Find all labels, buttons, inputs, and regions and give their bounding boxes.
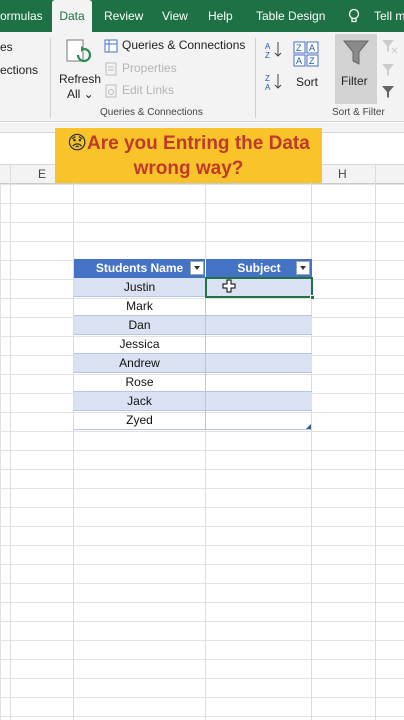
worried-emoji-icon: 😟 bbox=[67, 133, 88, 154]
ribbon-separator bbox=[50, 38, 51, 118]
tab-formulas[interactable]: ormulas bbox=[0, 0, 46, 32]
tab-help[interactable]: Help bbox=[208, 0, 233, 32]
student-name-cell[interactable]: Rose bbox=[74, 373, 205, 392]
svg-text:A: A bbox=[296, 56, 302, 66]
svg-text:A: A bbox=[265, 83, 271, 92]
sort-dialog-icon: Z A A Z bbox=[293, 41, 319, 67]
subject-cell[interactable] bbox=[205, 335, 312, 354]
column-divider bbox=[375, 165, 376, 720]
properties-icon bbox=[105, 62, 117, 76]
tab-label: Review bbox=[104, 9, 144, 23]
edit-links-label: Edit Links bbox=[122, 83, 175, 97]
filter-label: Filter bbox=[341, 74, 368, 88]
subject-cell[interactable] bbox=[205, 411, 312, 430]
properties-button[interactable]: Properties bbox=[104, 60, 254, 78]
sort-descending-button[interactable]: ZA bbox=[265, 72, 285, 92]
student-name-cell[interactable]: Jessica bbox=[74, 335, 205, 354]
tell-me-search[interactable]: Tell m bbox=[348, 0, 404, 32]
tab-label: Help bbox=[208, 9, 233, 23]
ribbon: es ections Refresh All ⌄ Queries & Conne… bbox=[0, 32, 404, 122]
column-header-e[interactable]: E bbox=[38, 167, 46, 181]
refresh-icon bbox=[66, 39, 92, 63]
tab-label: Data bbox=[59, 9, 85, 23]
ribbon-tab-bar: ormulas Data Review View Help Table Desi… bbox=[0, 0, 404, 32]
filter-dropdown-button[interactable] bbox=[296, 261, 310, 275]
table-row: Jessica bbox=[74, 335, 312, 354]
sort-label: Sort bbox=[296, 75, 319, 89]
column-divider bbox=[10, 165, 11, 720]
student-name-cell[interactable]: Dan bbox=[74, 316, 205, 335]
ribbon-separator bbox=[255, 38, 256, 118]
table-row: Jack bbox=[74, 392, 312, 411]
refresh-all-button[interactable]: Refresh All ⌄ bbox=[56, 36, 102, 102]
subject-cell[interactable] bbox=[205, 316, 312, 335]
svg-text:A: A bbox=[309, 43, 315, 53]
clear-filter-icon[interactable] bbox=[380, 38, 400, 54]
reapply-icon[interactable] bbox=[380, 62, 400, 78]
subject-cell[interactable] bbox=[205, 392, 312, 411]
svg-text:Z: Z bbox=[265, 51, 270, 60]
tab-view[interactable]: View bbox=[162, 0, 188, 32]
partial-label-2: ections bbox=[0, 63, 39, 77]
tab-label: Table Design bbox=[256, 9, 326, 23]
tab-label: ormulas bbox=[0, 9, 43, 23]
student-name-cell[interactable]: Mark bbox=[74, 297, 205, 316]
tab-data[interactable]: Data bbox=[52, 0, 92, 32]
fill-handle[interactable] bbox=[310, 295, 315, 300]
filter-icon bbox=[342, 40, 370, 65]
subject-cell[interactable] bbox=[205, 354, 312, 373]
group-label-sort-filter: Sort & Filter bbox=[332, 107, 385, 118]
sort-descending-icon: ZA bbox=[265, 74, 282, 92]
table-header-row: Students Name Subject bbox=[74, 259, 312, 278]
group-label-queries: Queries & Connections bbox=[100, 107, 203, 118]
edit-links-button[interactable]: Edit Links bbox=[104, 82, 254, 100]
subject-cell[interactable] bbox=[205, 297, 312, 316]
overlay-banner: 😟Are you Entring the Data wrong way? bbox=[55, 128, 322, 183]
column-divider bbox=[73, 165, 74, 720]
svg-text:A: A bbox=[265, 42, 271, 51]
refresh-label: Refresh bbox=[59, 72, 102, 86]
table-row: Mark bbox=[74, 297, 312, 316]
edit-links-icon bbox=[105, 84, 117, 98]
filter-button[interactable]: Filter bbox=[335, 34, 377, 104]
sort-ascending-icon: AZ bbox=[265, 42, 282, 60]
header-students-name[interactable]: Students Name bbox=[74, 259, 205, 278]
table-row: Zyed bbox=[74, 411, 312, 430]
svg-text:Z: Z bbox=[265, 74, 270, 83]
sort-ascending-button[interactable]: AZ bbox=[265, 40, 285, 60]
student-name-cell[interactable]: Zyed bbox=[74, 411, 205, 430]
subject-cell[interactable] bbox=[205, 373, 312, 392]
cell-cursor-icon bbox=[222, 279, 236, 293]
queries-connections-button[interactable]: Queries & Connections bbox=[104, 37, 254, 55]
advanced-filter-icon[interactable] bbox=[380, 84, 400, 100]
filter-extra-buttons bbox=[380, 38, 404, 98]
table-row: Dan bbox=[74, 316, 312, 335]
properties-label: Properties bbox=[122, 61, 177, 75]
table-resize-handle[interactable] bbox=[306, 424, 311, 429]
tell-me-label: Tell m bbox=[374, 9, 404, 23]
tab-table-design[interactable]: Table Design bbox=[256, 0, 325, 32]
column-header-h[interactable]: H bbox=[338, 167, 347, 181]
student-name-cell[interactable]: Andrew bbox=[74, 354, 205, 373]
tab-label: View bbox=[162, 9, 188, 23]
student-name-cell[interactable]: Justin bbox=[74, 278, 205, 297]
tab-review[interactable]: Review bbox=[104, 0, 143, 32]
queries-connections-label: Queries & Connections bbox=[122, 38, 246, 52]
sort-button[interactable]: Z A A Z Sort bbox=[290, 38, 324, 98]
student-name-cell[interactable]: Jack bbox=[74, 392, 205, 411]
table-row: Rose bbox=[74, 373, 312, 392]
svg-text:Z: Z bbox=[309, 56, 315, 66]
lightbulb-icon bbox=[348, 8, 360, 23]
column-divider bbox=[311, 165, 312, 720]
svg-text:Z: Z bbox=[296, 43, 302, 53]
table-icon bbox=[104, 39, 118, 53]
filter-dropdown-button[interactable] bbox=[190, 261, 204, 275]
partial-label-1: es bbox=[0, 40, 13, 54]
table-row: Andrew bbox=[74, 354, 312, 373]
refresh-sub: All ⌄ bbox=[67, 87, 94, 101]
column-divider bbox=[205, 165, 206, 720]
banner-text: Are you Entring the Data wrong way? bbox=[87, 133, 310, 179]
